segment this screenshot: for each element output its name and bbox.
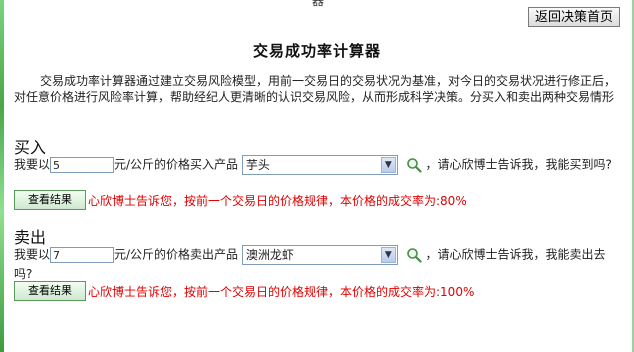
sell-row: 我要以 7 元/公斤的价格卖出产品 澳洲龙虾 ▼ ，请心欣博士告诉我，我能卖出去吗? [14,245,622,283]
buy-product-select[interactable]: 芋头 ▼ [241,155,398,175]
buy-quantity-input[interactable]: 5 [50,157,115,173]
buy-unit-text: 元/公斤的价格买入产品 [114,157,239,172]
sell-view-result-button[interactable]: 查看结果 [14,281,86,301]
buy-result-line: 查看结果 心欣博士告诉您，按前一个交易日的价格规律，本价格的成交率为:80% [14,190,467,212]
search-icon[interactable] [406,247,422,263]
search-icon[interactable] [406,157,422,173]
sell-result-line: 查看结果 心欣博士告诉您，按前一个交易日的价格规律，本价格的成交率为:100% [14,281,474,303]
page-title: 交易成功率计算器 [252,42,381,60]
buy-row: 我要以 5 元/公斤的价格买入产品 芋头 ▼ ，请心欣博士告诉我，我能买到吗? [14,155,622,175]
sell-product-value: 澳洲龙虾 [245,248,294,262]
chevron-down-icon[interactable]: ▼ [380,157,396,173]
buy-result-text: 心欣博士告诉您，按前一个交易日的价格规律，本价格的成交率为:80% [88,193,467,208]
buy-question-text: ，请心欣博士告诉我，我能买到吗? [425,157,612,172]
buy-product-value: 芋头 [245,158,270,172]
sell-quantity-input[interactable]: 7 [50,247,115,263]
sell-prefix-text: 我要以 [14,247,51,262]
top-cropped-text: 器 [312,0,325,8]
chevron-down-icon[interactable]: ▼ [380,247,396,263]
sell-product-select[interactable]: 澳洲龙虾 ▼ [241,245,398,265]
sell-result-text: 心欣博士告诉您，按前一个交易日的价格规律，本价格的成交率为:100% [88,284,475,299]
back-to-decision-home-button[interactable]: 返回决策首页 [528,7,621,27]
intro-paragraph: 交易成功率计算器通过建立交易风险模型，用前一交易日的交易状况为基准，对今日的交易… [14,74,617,104]
sell-unit-text: 元/公斤的价格卖出产品 [114,247,239,262]
buy-prefix-text: 我要以 [14,157,51,172]
buy-view-result-button[interactable]: 查看结果 [14,190,86,210]
